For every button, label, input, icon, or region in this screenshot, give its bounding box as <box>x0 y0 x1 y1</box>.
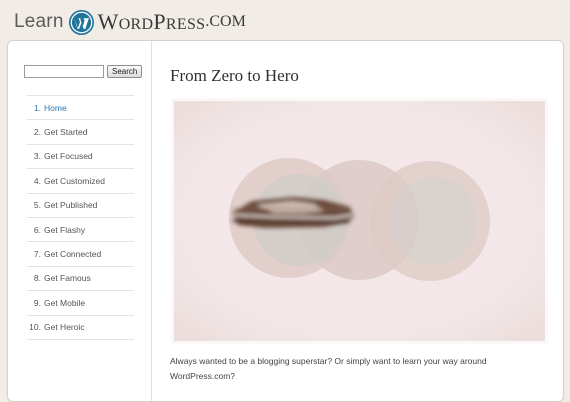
nav-item-label: Get Connected <box>44 249 102 260</box>
nav-item-number: 8. <box>33 273 41 284</box>
nav-item-number: 4. <box>33 175 41 186</box>
nav-item-label: Home <box>44 102 67 113</box>
nav-item-get-connected[interactable]: 7. Get Connected <box>27 242 134 267</box>
intro-paragraph: Always wanted to be a blogging superstar… <box>170 356 487 381</box>
nav-item-get-customized[interactable]: 4. Get Customized <box>27 169 134 194</box>
site-header: Learn WORDPRESS .COM <box>14 6 246 38</box>
search-form: Search <box>24 65 143 78</box>
nav-item-label: Get Flashy <box>44 224 86 235</box>
nav-item-get-started[interactable]: 2. Get Started <box>27 120 134 145</box>
nav-item-get-mobile[interactable]: 9. Get Mobile <box>27 291 134 316</box>
nav-item-get-focused[interactable]: 3. Get Focused <box>27 145 134 170</box>
nav-item-number: 6. <box>33 224 41 235</box>
nav-item-get-famous[interactable]: 8. Get Famous <box>27 267 134 292</box>
chapter-nav: 1. Home 2. Get Started 3. Get Focused 4. Get Cu… <box>27 95 134 340</box>
nav-item-label: Get Started <box>44 127 88 138</box>
nav-item-number: 2. <box>33 127 41 138</box>
nav-item-number: 10. <box>29 322 41 333</box>
page-title: From Zero to Hero <box>170 66 299 85</box>
brand-learn-text: Learn <box>14 11 64 32</box>
nav-item-label: Get Published <box>44 200 98 211</box>
nav-item-label: Get Focused <box>44 151 93 162</box>
nav-item-label: Get Customized <box>44 175 105 186</box>
nav-item-number: 9. <box>33 297 41 308</box>
nav-item-number: 1. <box>33 102 41 113</box>
sidebar: Search 1. Home 2. Get Started 3. Get Focused 4… <box>8 41 152 401</box>
nav-item-label: Get Famous <box>44 273 91 284</box>
search-button[interactable]: Search <box>107 65 143 78</box>
content-card: Search 1. Home 2. Get Started 3. Get Focused 4… <box>7 40 564 402</box>
nav-item-label: Get Mobile <box>44 297 86 308</box>
nav-item-get-heroic[interactable]: 10. Get Heroic <box>27 316 134 340</box>
wordpress-logo-icon[interactable] <box>68 9 95 36</box>
nav-item-get-flashy[interactable]: 6. Get Flashy <box>27 218 134 243</box>
hero-image <box>171 98 548 344</box>
brand-wordpress-text: WORDPRESS <box>97 9 206 34</box>
nav-item-number: 7. <box>33 249 41 260</box>
search-input[interactable] <box>24 65 104 78</box>
main-content: From Zero to Hero Always wanted to be a … <box>170 41 563 401</box>
nav-item-number: 3. <box>33 151 41 162</box>
nav-item-get-published[interactable]: 5. Get Published <box>27 194 134 218</box>
nav-item-number: 5. <box>33 200 41 211</box>
nav-item-home[interactable]: 1. Home <box>27 96 134 121</box>
nav-item-label: Get Heroic <box>44 322 85 333</box>
brand-com-text: .COM <box>205 13 246 30</box>
